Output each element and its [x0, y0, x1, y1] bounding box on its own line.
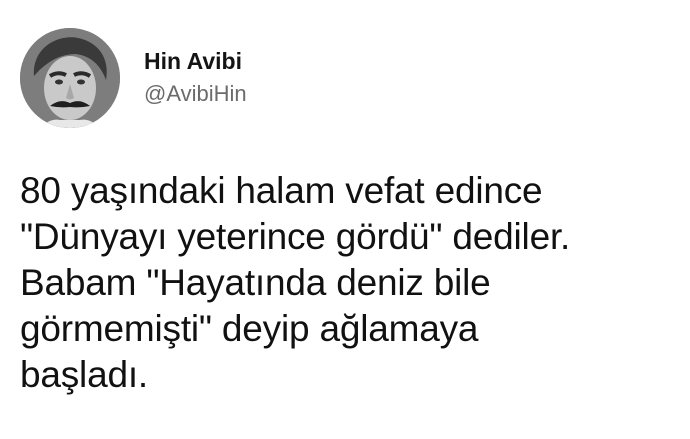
tweet-text-line: görmemişti" deyip ağlamaya — [20, 308, 479, 349]
tweet-text-line: "Dünyayı yeterince gördü" dediler. — [20, 216, 571, 257]
tweet-text: 80 yaşındaki halam vefat edince "Dünyayı… — [20, 168, 680, 398]
tweet-text-line: başladı. — [20, 354, 148, 395]
tweet-header: Hin Avibi @AvibiHin — [20, 28, 247, 128]
user-handle[interactable]: @AvibiHin — [144, 79, 247, 109]
tweet-card: Hin Avibi @AvibiHin 80 yaşındaki halam v… — [0, 0, 690, 439]
user-names: Hin Avibi @AvibiHin — [144, 47, 247, 109]
tweet-text-line: 80 yaşındaki halam vefat edince — [20, 170, 543, 211]
avatar[interactable] — [20, 28, 120, 128]
avatar-image — [20, 28, 120, 128]
tweet-text-line: Babam "Hayatında deniz bile — [20, 262, 491, 303]
display-name[interactable]: Hin Avibi — [144, 47, 247, 75]
